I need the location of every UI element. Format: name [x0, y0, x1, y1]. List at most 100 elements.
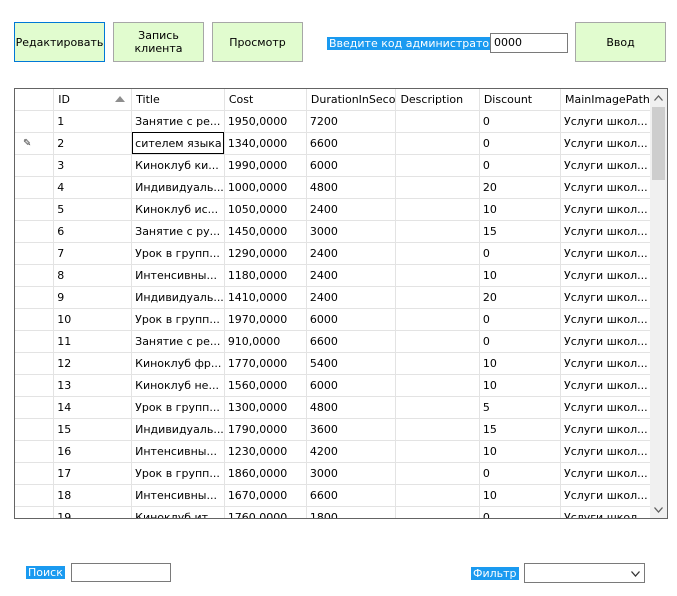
column-header-cost[interactable]: Cost	[224, 89, 307, 111]
cell-duration[interactable]: 1800	[306, 506, 397, 518]
cell-title[interactable]: Индивидуаль...	[131, 418, 225, 441]
cell-cost[interactable]: 1180,0000	[224, 264, 307, 287]
table-row[interactable]: 10 Урок в групп... 1970,0000 6000 0 Услуги шк…	[15, 308, 651, 331]
cell-duration[interactable]: 6600	[306, 484, 397, 507]
table-row[interactable]: 5 Киноклуб ис... 1050,0000 2400 10 Услуги шко…	[15, 198, 651, 221]
cell-title[interactable]: Интенсивны...	[131, 484, 225, 507]
cell-id[interactable]: 17	[53, 462, 133, 485]
scrollbar-thumb[interactable]	[652, 107, 665, 180]
cell-discount[interactable]: 0	[479, 462, 561, 485]
cell-discount[interactable]: 0	[479, 110, 561, 133]
cell-discount[interactable]: 20	[479, 286, 561, 309]
cell-id[interactable]: 5	[53, 198, 133, 221]
cell-discount[interactable]: 0	[479, 132, 561, 155]
row-header[interactable]	[15, 462, 55, 485]
row-header[interactable]	[15, 286, 55, 309]
row-header[interactable]	[15, 374, 55, 397]
cell-discount[interactable]: 0	[479, 330, 561, 353]
column-header-duration[interactable]: DurationInSeco	[306, 89, 397, 111]
cell-description[interactable]	[395, 396, 480, 419]
cell-id[interactable]: 16	[53, 440, 133, 463]
row-header[interactable]	[15, 440, 55, 463]
cell-id[interactable]: 1	[53, 110, 133, 133]
cell-main-image-path[interactable]: Услуги школ...	[560, 374, 651, 397]
cell-id[interactable]: 11	[53, 330, 133, 353]
edit-button[interactable]: Редактировать	[14, 22, 105, 62]
chevron-up-icon[interactable]	[650, 89, 667, 106]
cell-duration[interactable]: 2400	[306, 242, 397, 265]
cell-title[interactable]: Интенсивны...	[131, 264, 225, 287]
cell-cost[interactable]: 1790,0000	[224, 418, 307, 441]
cell-discount[interactable]: 15	[479, 220, 561, 243]
column-header-discount[interactable]: Discount	[479, 89, 561, 111]
cell-main-image-path[interactable]: Услуги школ...	[560, 198, 651, 221]
row-header[interactable]	[15, 198, 55, 221]
cell-description[interactable]	[395, 198, 480, 221]
cell-discount[interactable]: 10	[479, 198, 561, 221]
cell-title[interactable]: сителем языка	[131, 132, 225, 155]
cell-main-image-path[interactable]: Услуги школ...	[560, 286, 651, 309]
cell-cost[interactable]: 1760,0000	[224, 506, 307, 518]
cell-cost[interactable]: 1860,0000	[224, 462, 307, 485]
table-row[interactable]: ✎ 2 сителем языка 1340,0000 6600 0 Услуги школ…	[15, 132, 651, 155]
cell-cost[interactable]: 910,0000	[224, 330, 307, 353]
cell-title[interactable]: Киноклуб ис...	[131, 198, 225, 221]
cell-duration[interactable]: 6600	[306, 330, 397, 353]
cell-description[interactable]	[395, 242, 480, 265]
table-row[interactable]: 8 Интенсивны... 1180,0000 2400 10 Услуги школ…	[15, 264, 651, 287]
table-row[interactable]: 4 Индивидуаль... 1000,0000 4800 20 Услуги шко…	[15, 176, 651, 199]
cell-cost[interactable]: 1450,0000	[224, 220, 307, 243]
cell-id[interactable]: 9	[53, 286, 133, 309]
table-row[interactable]: 11 Занятие с ре... 910,0000 6600 0 Услуги шко…	[15, 330, 651, 353]
cell-cost[interactable]: 1290,0000	[224, 242, 307, 265]
cell-discount[interactable]: 10	[479, 264, 561, 287]
cell-main-image-path[interactable]: Услуги школ...	[560, 110, 651, 133]
cell-discount[interactable]: 15	[479, 418, 561, 441]
cell-duration[interactable]: 5400	[306, 352, 397, 375]
cell-title[interactable]: Индивидуаль...	[131, 286, 225, 309]
enter-button[interactable]: Ввод	[575, 22, 666, 62]
vertical-scrollbar[interactable]	[650, 89, 667, 518]
cell-description[interactable]	[395, 286, 480, 309]
filter-select[interactable]	[524, 563, 645, 583]
cell-id[interactable]: 7	[53, 242, 133, 265]
cell-duration[interactable]: 6000	[306, 374, 397, 397]
table-row[interactable]: 18 Интенсивны... 1670,0000 6600 10 Услуги шко…	[15, 484, 651, 507]
row-header[interactable]	[15, 352, 55, 375]
table-row[interactable]: 19 Киноклуб ит... 1760,0000 1800 0 Услуги шко…	[15, 506, 651, 518]
cell-main-image-path[interactable]: Услуги школ...	[560, 418, 651, 441]
cell-main-image-path[interactable]: Услуги школ...	[560, 506, 651, 518]
cell-title[interactable]: Киноклуб фр...	[131, 352, 225, 375]
cell-id[interactable]: 4	[53, 176, 133, 199]
cell-discount[interactable]: 10	[479, 374, 561, 397]
cell-main-image-path[interactable]: Услуги школ...	[560, 242, 651, 265]
row-header[interactable]	[15, 242, 55, 265]
cell-duration[interactable]: 2400	[306, 264, 397, 287]
cell-id[interactable]: 19	[53, 506, 133, 518]
cell-discount[interactable]: 0	[479, 242, 561, 265]
row-header[interactable]	[15, 176, 55, 199]
cell-main-image-path[interactable]: Услуги школ...	[560, 462, 651, 485]
cell-id[interactable]: 10	[53, 308, 133, 331]
cell-id[interactable]: 12	[53, 352, 133, 375]
cell-discount[interactable]: 10	[479, 484, 561, 507]
search-input[interactable]	[71, 563, 171, 582]
cell-discount[interactable]: 0	[479, 506, 561, 518]
table-row[interactable]: 13 Киноклуб не... 1560,0000 6000 10 Услуги шк…	[15, 374, 651, 397]
cell-cost[interactable]: 1230,0000	[224, 440, 307, 463]
cell-description[interactable]	[395, 154, 480, 177]
cell-discount[interactable]: 0	[479, 308, 561, 331]
table-row[interactable]: 16 Интенсивны... 1230,0000 4200 10 Услуги шко…	[15, 440, 651, 463]
cell-title[interactable]: Занятие с ре...	[131, 110, 225, 133]
view-button[interactable]: Просмотр	[212, 22, 303, 62]
cell-cost[interactable]: 1340,0000	[224, 132, 307, 155]
cell-main-image-path[interactable]: Услуги школ...	[560, 330, 651, 353]
cell-duration[interactable]: 4800	[306, 396, 397, 419]
cell-title[interactable]: Занятие с ру...	[131, 220, 225, 243]
cell-description[interactable]	[395, 418, 480, 441]
cell-description[interactable]	[395, 220, 480, 243]
cell-duration[interactable]: 6000	[306, 308, 397, 331]
cell-description[interactable]	[395, 264, 480, 287]
cell-description[interactable]	[395, 440, 480, 463]
table-row[interactable]: 9 Индивидуаль... 1410,0000 2400 20 Услуги шко…	[15, 286, 651, 309]
